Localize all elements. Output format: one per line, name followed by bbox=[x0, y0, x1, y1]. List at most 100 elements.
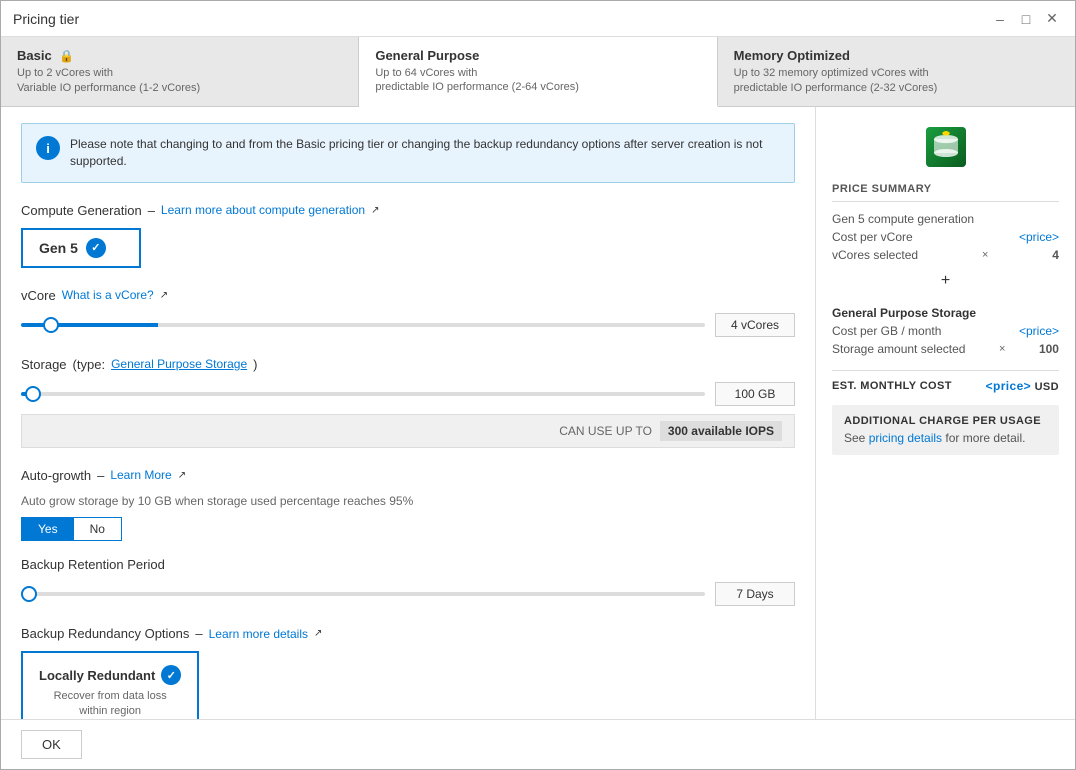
iops-label: CAN USE UP TO bbox=[559, 424, 652, 438]
vcores-multiply: × bbox=[982, 249, 988, 261]
tab-memory-optimized-label: Memory Optimized bbox=[734, 48, 1059, 63]
autogrowth-link[interactable]: Learn More bbox=[110, 468, 171, 482]
storage-type-paren: (type: bbox=[73, 357, 106, 372]
maximize-button[interactable]: □ bbox=[1015, 8, 1037, 30]
window-title: Pricing tier bbox=[13, 11, 79, 27]
vcores-selected-row: vCores selected × 4 bbox=[832, 248, 1059, 262]
main-content: i Please note that changing to and from … bbox=[1, 107, 1075, 719]
redundancy-check-icon: ✓ bbox=[161, 665, 181, 685]
additional-charge-title: ADDITIONAL CHARGE PER USAGE bbox=[844, 415, 1047, 427]
backup-value-display: 7 Days bbox=[715, 582, 795, 606]
additional-charge-text: See pricing details for more detail. bbox=[844, 431, 1047, 445]
cost-per-gb-label: Cost per GB / month bbox=[832, 324, 941, 338]
autogrowth-dash: – bbox=[97, 468, 104, 483]
iops-value: 300 available IOPS bbox=[660, 421, 782, 441]
info-banner: i Please note that changing to and from … bbox=[21, 123, 795, 183]
autogrowth-section: Auto-growth – Learn More ↗ Auto grow sto… bbox=[21, 468, 795, 542]
vcore-section: vCore What is a vCore? ↗ 4 vCores bbox=[21, 288, 795, 337]
cost-per-gb-val: <price> bbox=[1019, 324, 1059, 338]
external-link-icon-autogrowth: ↗ bbox=[178, 470, 186, 481]
storage-type-link[interactable]: General Purpose Storage bbox=[111, 357, 247, 371]
external-link-icon: ↗ bbox=[371, 205, 379, 216]
price-summary-title: PRICE SUMMARY bbox=[832, 183, 1059, 202]
db-icon-container bbox=[832, 123, 1059, 171]
external-link-icon-vcore: ↗ bbox=[160, 290, 168, 301]
tab-general-purpose[interactable]: General Purpose Up to 64 vCores withpred… bbox=[359, 37, 717, 107]
storage-title: General Purpose Storage bbox=[832, 306, 1059, 320]
compute-generation-label: Compute Generation – Learn more about co… bbox=[21, 203, 795, 218]
storage-label: Storage (type: General Purpose Storage ) bbox=[21, 357, 795, 372]
storage-slider[interactable] bbox=[21, 392, 705, 396]
tab-general-purpose-desc: Up to 64 vCores withpredictable IO perfo… bbox=[375, 66, 700, 95]
pricing-details-link[interactable]: pricing details bbox=[869, 431, 942, 445]
dash-separator: – bbox=[148, 203, 155, 218]
tab-basic[interactable]: Basic 🔒 Up to 2 vCores withVariable IO p… bbox=[1, 37, 359, 106]
autogrowth-label: Auto-growth – Learn More ↗ bbox=[21, 468, 795, 483]
storage-multiply: × bbox=[999, 343, 1005, 355]
pricing-tier-window: Pricing tier – □ ✕ Basic 🔒 Up to 2 vCore… bbox=[0, 0, 1076, 770]
close-button[interactable]: ✕ bbox=[1041, 8, 1063, 30]
vcores-count: 4 bbox=[1052, 248, 1059, 262]
tab-basic-label: Basic 🔒 bbox=[17, 48, 342, 63]
compute-generation-button[interactable]: Gen 5 ✓ bbox=[21, 228, 141, 268]
lock-icon: 🔒 bbox=[59, 49, 74, 63]
monthly-cost-label: EST. MONTHLY COST bbox=[832, 380, 952, 392]
compute-gen-value: Gen 5 bbox=[39, 240, 78, 256]
locally-redundant-title: Locally Redundant ✓ bbox=[39, 665, 181, 685]
storage-amount-label: Storage amount selected bbox=[832, 342, 965, 356]
monthly-cost-right: <price> USD bbox=[986, 379, 1059, 393]
redundancy-link[interactable]: Learn more details bbox=[209, 627, 308, 641]
tab-memory-optimized[interactable]: Memory Optimized Up to 32 memory optimiz… bbox=[718, 37, 1075, 106]
compute-generation-section: Compute Generation – Learn more about co… bbox=[21, 203, 795, 268]
backup-retention-label: Backup Retention Period bbox=[21, 557, 795, 572]
autogrowth-toggle: Yes No bbox=[21, 517, 122, 541]
external-link-icon-redundancy: ↗ bbox=[314, 628, 322, 639]
right-panel: PRICE SUMMARY Gen 5 compute generation C… bbox=[815, 107, 1075, 719]
footer: OK bbox=[1, 719, 1075, 769]
vcore-value-display: 4 vCores bbox=[715, 313, 795, 337]
ok-button[interactable]: OK bbox=[21, 730, 82, 759]
backup-redundancy-section: Backup Redundancy Options – Learn more d… bbox=[21, 626, 795, 719]
info-text: Please note that changing to and from th… bbox=[70, 136, 780, 170]
locally-redundant-desc: Recover from data losswithin region bbox=[39, 689, 181, 718]
info-icon: i bbox=[36, 136, 60, 160]
storage-type-paren-close: ) bbox=[253, 357, 257, 372]
autogrowth-yes-button[interactable]: Yes bbox=[22, 518, 74, 540]
vcore-slider-container: 4 vCores bbox=[21, 313, 795, 337]
autogrowth-no-button[interactable]: No bbox=[74, 518, 121, 540]
backup-slider[interactable] bbox=[21, 592, 705, 596]
storage-amount: 100 bbox=[1039, 342, 1059, 356]
compute-generation-link[interactable]: Learn more about compute generation bbox=[161, 203, 365, 217]
cost-per-vcore-val: <price> bbox=[1019, 230, 1059, 244]
tab-memory-optimized-desc: Up to 32 memory optimized vCores withpre… bbox=[734, 66, 1059, 95]
storage-amount-row: Storage amount selected × 100 bbox=[832, 342, 1059, 356]
compute-gen-desc: Gen 5 compute generation bbox=[832, 212, 974, 226]
tab-basic-desc: Up to 2 vCores withVariable IO performan… bbox=[17, 66, 342, 95]
additional-charge-box: ADDITIONAL CHARGE PER USAGE See pricing … bbox=[832, 405, 1059, 455]
iops-bar: CAN USE UP TO 300 available IOPS bbox=[21, 414, 795, 448]
monthly-cost-val: <price> bbox=[986, 379, 1032, 393]
autogrowth-desc: Auto grow storage by 10 GB when storage … bbox=[21, 493, 795, 510]
locally-redundant-option[interactable]: Locally Redundant ✓ Recover from data lo… bbox=[21, 651, 199, 719]
vcore-link[interactable]: What is a vCore? bbox=[62, 288, 154, 302]
storage-slider-container: 100 GB bbox=[21, 382, 795, 406]
left-panel: i Please note that changing to and from … bbox=[1, 107, 815, 719]
minimize-button[interactable]: – bbox=[989, 8, 1011, 30]
vcores-selected-label: vCores selected bbox=[832, 248, 918, 262]
window-controls: – □ ✕ bbox=[989, 8, 1063, 30]
storage-value-display: 100 GB bbox=[715, 382, 795, 406]
database-icon bbox=[922, 123, 970, 171]
pricing-tabs: Basic 🔒 Up to 2 vCores withVariable IO p… bbox=[1, 37, 1075, 107]
backup-retention-section: Backup Retention Period 7 Days bbox=[21, 557, 795, 606]
backup-redundancy-label: Backup Redundancy Options – Learn more d… bbox=[21, 626, 795, 641]
plus-sign: + bbox=[832, 272, 1059, 290]
storage-section: Storage (type: General Purpose Storage )… bbox=[21, 357, 795, 448]
tab-general-purpose-label: General Purpose bbox=[375, 48, 700, 63]
compute-gen-row: Gen 5 compute generation bbox=[832, 212, 1059, 226]
monthly-cost-row: EST. MONTHLY COST <price> USD bbox=[832, 370, 1059, 393]
vcore-slider[interactable] bbox=[21, 323, 705, 327]
cost-per-gb-row: Cost per GB / month <price> bbox=[832, 324, 1059, 338]
currency: USD bbox=[1035, 381, 1059, 393]
redundancy-dash: – bbox=[195, 626, 202, 641]
cost-per-vcore-label: Cost per vCore bbox=[832, 230, 913, 244]
